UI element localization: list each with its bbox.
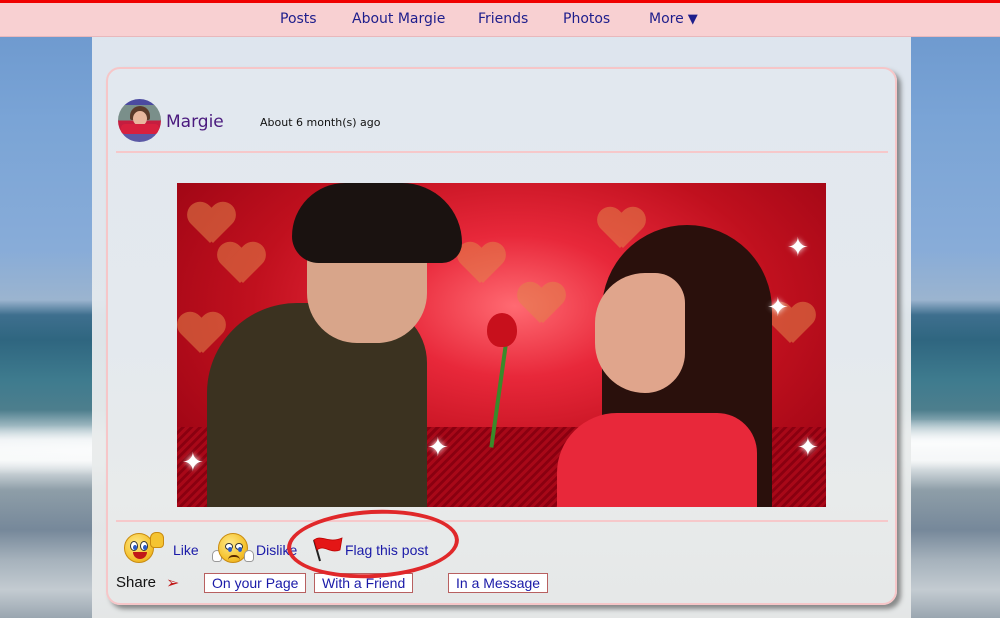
post-actions: Like Dislike Flag this post	[122, 530, 622, 570]
dislike-button[interactable]: Dislike	[256, 542, 297, 558]
post-card: Margie About 6 month(s) ago ✦ ✦ ✦ ✦ ✦ Li	[106, 67, 897, 605]
sparkle-icon: ✦	[787, 233, 809, 263]
sparkle-icon: ✦	[767, 293, 789, 323]
like-button[interactable]: Like	[173, 542, 199, 558]
emoji-mouth	[228, 555, 240, 560]
share-in-message-button[interactable]: In a Message	[448, 573, 549, 593]
emoji-eye	[140, 541, 148, 551]
sparkle-icon: ✦	[182, 448, 204, 478]
post-timestamp: About 6 month(s) ago	[260, 116, 381, 129]
avatar-shirt	[121, 124, 159, 134]
share-on-page-button[interactable]: On your Page	[204, 573, 307, 593]
heart-decoration	[457, 243, 503, 285]
nav-item-more-label: More	[649, 11, 684, 27]
share-with-friend-button[interactable]: With a Friend	[314, 573, 414, 593]
flag-post-button[interactable]: Flag this post	[345, 542, 428, 558]
emoji-mouth	[133, 552, 147, 559]
footer-divider	[116, 520, 888, 522]
author-avatar[interactable]	[118, 99, 161, 142]
heart-decoration	[177, 313, 223, 355]
heart-decoration	[517, 283, 563, 325]
top-navigation-bar: Posts About Margie Friends Photos More ▼	[0, 0, 1000, 37]
nav-item-about[interactable]: About Margie	[352, 11, 445, 27]
image-woman-face	[595, 273, 685, 393]
emoji-eye	[235, 543, 243, 552]
image-man-hair	[292, 183, 462, 263]
share-row: Share ➢ On your Page With a Friend In a …	[116, 571, 716, 595]
caret-down-icon: ▼	[687, 12, 698, 27]
heart-decoration	[187, 203, 233, 245]
nav-item-photos[interactable]: Photos	[563, 11, 610, 27]
emoji-eye	[130, 541, 138, 551]
post-image[interactable]: ✦ ✦ ✦ ✦ ✦	[177, 183, 826, 507]
nav-item-posts[interactable]: Posts	[280, 11, 317, 27]
nav-item-more[interactable]: More ▼	[649, 11, 698, 27]
share-label: Share	[116, 574, 157, 591]
header-divider	[116, 151, 888, 153]
image-woman-dress	[557, 413, 757, 507]
emoji-eye	[225, 543, 233, 552]
red-flag-icon[interactable]	[310, 534, 346, 562]
arrow-right-icon: ➢	[166, 573, 180, 592]
sparkle-icon: ✦	[427, 433, 449, 463]
thumbs-down-icon	[244, 550, 254, 562]
sparkle-icon: ✦	[797, 433, 819, 463]
heart-decoration	[217, 243, 263, 285]
nav-menu: Posts About Margie Friends Photos More ▼	[0, 3, 1000, 37]
image-rose	[487, 313, 517, 347]
author-name[interactable]: Margie	[166, 112, 224, 132]
nav-item-friends[interactable]: Friends	[478, 11, 528, 27]
thumbs-up-icon	[150, 532, 164, 548]
